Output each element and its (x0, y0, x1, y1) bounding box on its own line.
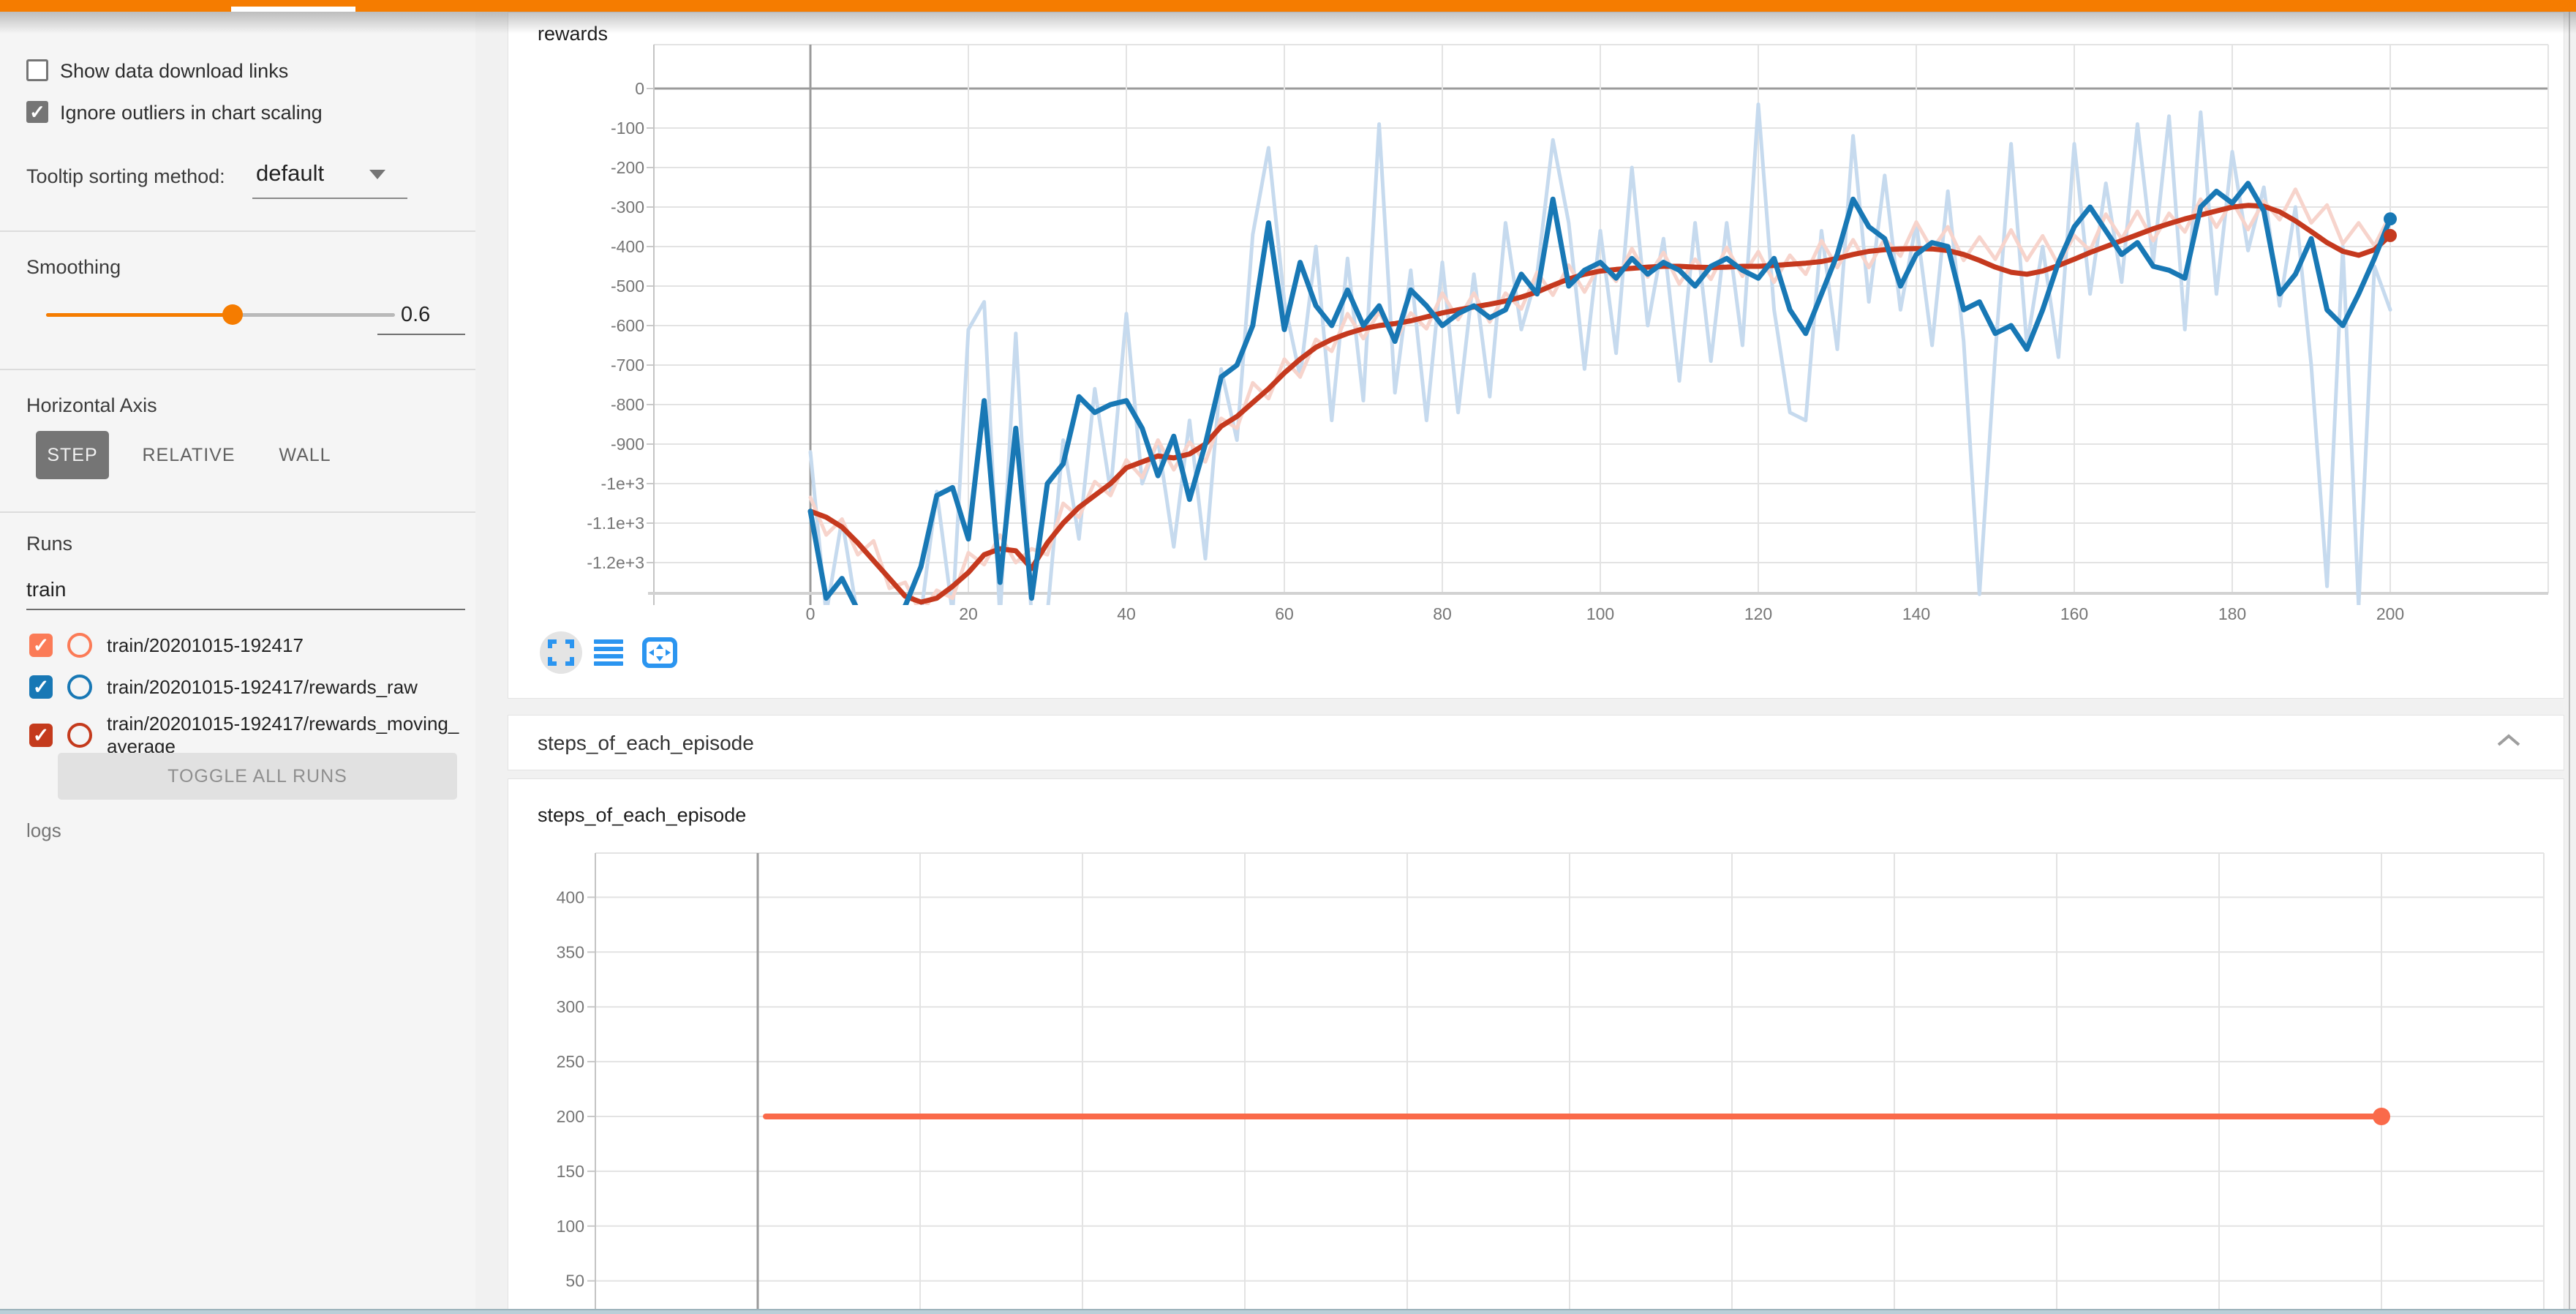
app-header-bar (0, 0, 2576, 12)
smoothing-slider-thumb[interactable] (222, 304, 243, 325)
tooltip-sorting-select[interactable]: default (256, 160, 324, 187)
run-row[interactable]: ✓ train/20201015-192417/rewards_moving_a… (29, 713, 462, 758)
smoothing-value-underline (377, 334, 465, 335)
svg-text:-200: -200 (611, 158, 644, 177)
svg-text:-400: -400 (611, 237, 644, 256)
run-label: train/20201015-192417/rewards_moving_ave… (107, 713, 462, 758)
svg-text:-600: -600 (611, 316, 644, 335)
show-download-links-checkbox[interactable] (26, 59, 48, 81)
steps-line-chart[interactable]: 400 350 300 250 200 150 100 50 (508, 779, 2565, 1312)
svg-text:-900: -900 (611, 435, 644, 454)
svg-text:100: 100 (557, 1217, 584, 1236)
expand-icon[interactable] (548, 639, 574, 669)
svg-text:140: 140 (1902, 604, 1930, 623)
checkbox-unchecked-icon[interactable] (26, 59, 48, 81)
axis-wall-button[interactable]: WALL (272, 431, 338, 479)
svg-text:250: 250 (557, 1052, 584, 1071)
select-underline (252, 198, 407, 199)
divider (0, 369, 475, 370)
svg-text:-800: -800 (611, 395, 644, 414)
svg-text:180: 180 (2218, 604, 2246, 623)
svg-text:200: 200 (2376, 604, 2404, 623)
run-row[interactable]: ✓ train/20201015-192417 (29, 633, 462, 658)
svg-text:0: 0 (806, 604, 816, 623)
svg-text:-1.2e+3: -1.2e+3 (587, 553, 644, 572)
run-filter-input[interactable]: train (26, 578, 66, 601)
settings-sidebar: Show data download links ✓ Ignore outlie… (0, 12, 475, 1314)
svg-text:-500: -500 (611, 277, 644, 296)
run-radio[interactable] (67, 723, 92, 748)
svg-text:200: 200 (557, 1107, 584, 1126)
svg-text:-1e+3: -1e+3 (601, 474, 644, 493)
runs-label: Runs (26, 533, 72, 555)
bottom-scrollbar[interactable] (0, 1309, 2576, 1314)
chevron-up-icon[interactable] (2496, 733, 2521, 751)
svg-text:120: 120 (1744, 604, 1772, 623)
svg-text:-100: -100 (611, 119, 644, 138)
svg-text:350: 350 (557, 942, 584, 961)
ignore-outliers-label: Ignore outliers in chart scaling (60, 102, 323, 124)
svg-text:-300: -300 (611, 198, 644, 217)
svg-text:400: 400 (557, 887, 584, 906)
show-download-links-label: Show data download links (60, 60, 288, 83)
divider (0, 511, 475, 513)
svg-text:80: 80 (1433, 604, 1452, 623)
run-checkbox[interactable]: ✓ (29, 675, 53, 699)
axis-relative-button[interactable]: RELATIVE (145, 431, 233, 479)
run-row[interactable]: ✓ train/20201015-192417/rewards_raw (29, 675, 462, 699)
runs-list-icon[interactable] (594, 639, 623, 670)
smoothing-slider-fill (46, 313, 233, 317)
scrollbar[interactable] (2569, 12, 2570, 1314)
run-label: train/20201015-192417/rewards_raw (107, 676, 462, 699)
svg-text:-700: -700 (611, 356, 644, 375)
run-checkbox[interactable]: ✓ (29, 634, 53, 657)
steps-chart-card: steps_of_each_episode 400350300250200150… (508, 778, 2564, 1311)
steps-section-header[interactable]: steps_of_each_episode (508, 715, 2564, 770)
run-checkbox[interactable]: ✓ (29, 724, 53, 747)
rewards-line-chart[interactable]: 0 -100 -200 -300 -400 -500 -600 -700 -800 -900 -1e… (508, 12, 2565, 699)
chevron-down-icon[interactable] (369, 170, 385, 179)
rewards-chart-card: rewards 0-100-200-300-400-500-600-700-80… (508, 12, 2564, 699)
run-label: train/20201015-192417 (107, 634, 462, 657)
svg-text:60: 60 (1275, 604, 1294, 623)
svg-text:150: 150 (557, 1162, 584, 1181)
toggle-all-runs-button[interactable]: TOGGLE ALL RUNS (58, 753, 457, 800)
smoothing-value-input[interactable]: 0.6 (401, 303, 430, 327)
tooltip-sorting-label: Tooltip sorting method: (26, 165, 225, 188)
svg-text:160: 160 (2060, 604, 2088, 623)
checkbox-checked-icon[interactable]: ✓ (26, 101, 48, 123)
svg-text:50: 50 (565, 1272, 584, 1291)
axis-step-button[interactable]: STEP (36, 431, 109, 479)
svg-text:100: 100 (1586, 604, 1614, 623)
ignore-outliers-checkbox[interactable]: ✓ (26, 101, 48, 123)
smoothing-label: Smoothing (26, 256, 121, 279)
svg-text:20: 20 (959, 604, 978, 623)
section-title: steps_of_each_episode (538, 716, 754, 771)
svg-text:0: 0 (635, 79, 644, 98)
run-filter-underline (26, 609, 465, 610)
divider (0, 230, 475, 232)
svg-text:300: 300 (557, 997, 584, 1016)
run-radio[interactable] (67, 675, 92, 699)
run-radio[interactable] (67, 633, 92, 658)
svg-text:40: 40 (1117, 604, 1136, 623)
fit-data-icon[interactable] (642, 637, 677, 672)
logdir-label: logs (26, 819, 61, 842)
active-tab-indicator (231, 7, 355, 12)
svg-text:-1.1e+3: -1.1e+3 (587, 514, 644, 533)
horizontal-axis-label: Horizontal Axis (26, 394, 157, 417)
